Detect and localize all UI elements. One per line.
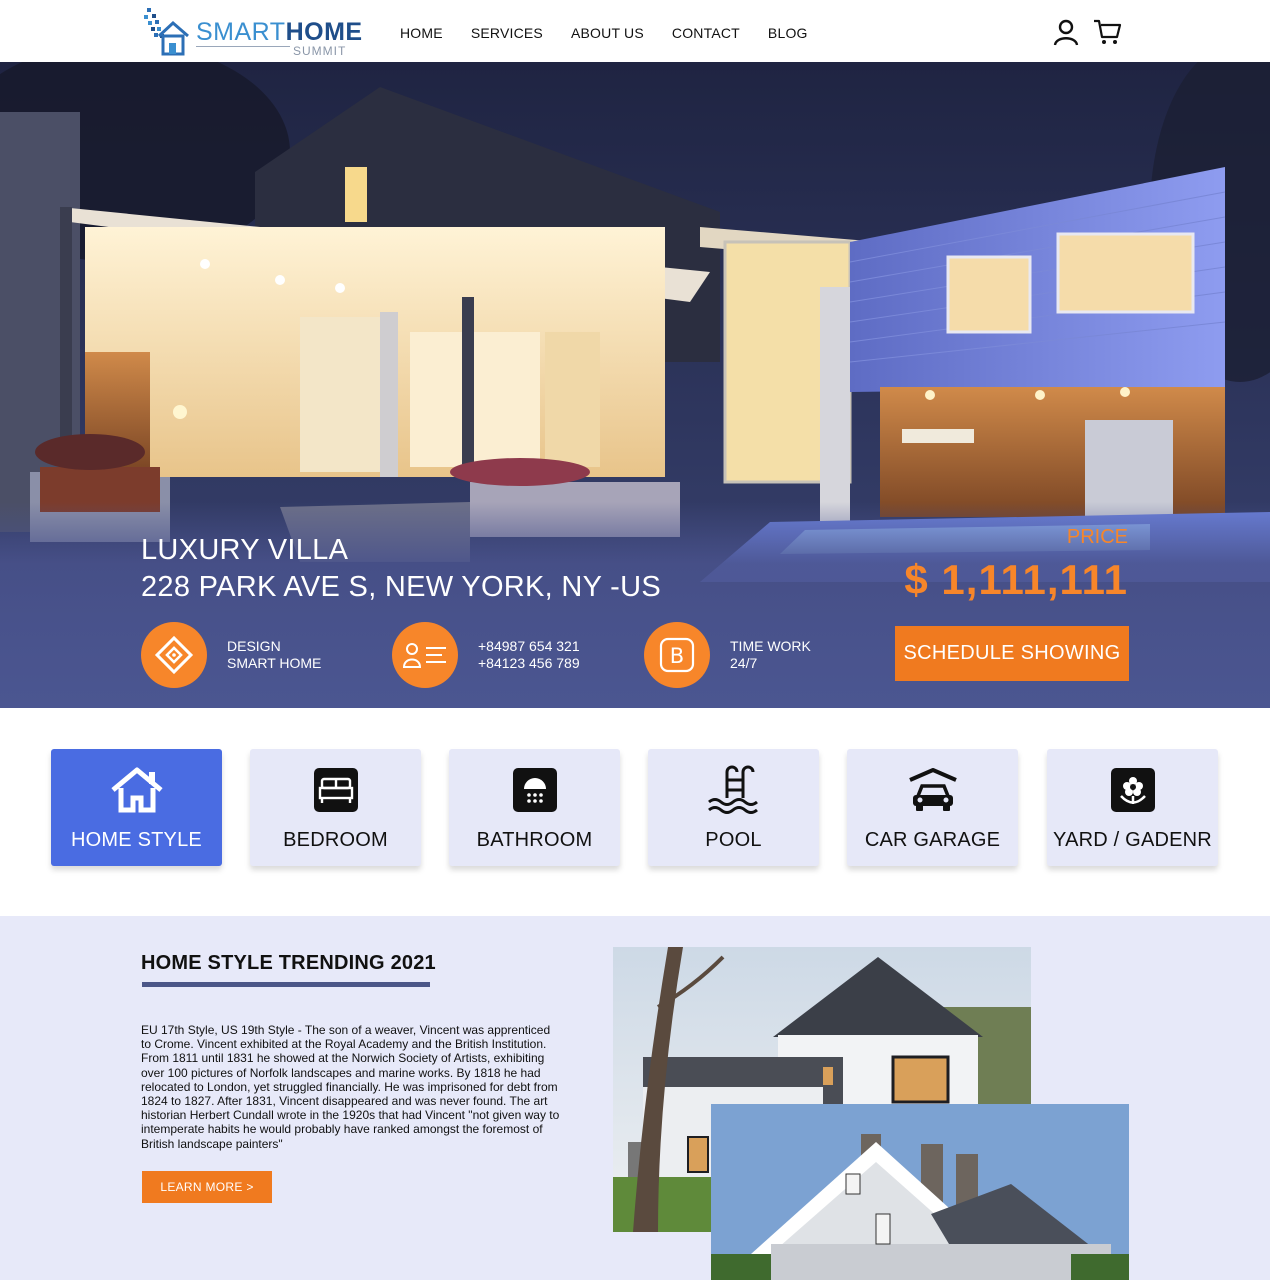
- logo-house-icon: [144, 8, 189, 56]
- house-photo-cottage: [711, 1104, 1129, 1280]
- category-bedroom[interactable]: BEDROOM: [250, 749, 421, 866]
- category-label: YARD / GADENR: [1053, 829, 1212, 851]
- pool-ladder-icon: [707, 765, 758, 814]
- feature-circle: [392, 622, 458, 688]
- price-label: PRICE: [1066, 526, 1128, 548]
- house-icon: [110, 767, 163, 813]
- category-bathroom[interactable]: BATHROOM: [449, 749, 620, 866]
- category-car-garage[interactable]: CAR GARAGE: [847, 749, 1018, 866]
- phone-1[interactable]: +84987 654 321: [478, 638, 580, 655]
- learn-more-button[interactable]: LEARN MORE >: [142, 1171, 272, 1203]
- contact-card-icon: [402, 643, 446, 668]
- user-icon[interactable]: [1052, 18, 1080, 46]
- brand-name-part2: HOME: [285, 18, 363, 46]
- nav-contact[interactable]: CONTACT: [672, 25, 740, 41]
- brand-name: SMARTHOME: [196, 18, 363, 47]
- shower-icon: [512, 768, 557, 812]
- category-home-style[interactable]: HOME STYLE: [51, 749, 222, 866]
- bootstrap-b-icon: B: [659, 637, 695, 673]
- feature-text: DESIGN SMART HOME: [227, 638, 321, 672]
- feature-text: TIME WORK 24/7: [730, 638, 811, 672]
- feature-text: +84987 654 321 +84123 456 789: [478, 638, 580, 672]
- site-header: SMARTHOME SUMMIT HOME SERVICES ABOUT US …: [0, 0, 1270, 62]
- schedule-showing-button[interactable]: SCHEDULE SHOWING: [895, 626, 1129, 681]
- hero-title: LUXURY VILLA 228 PARK AVE S, NEW YORK, N…: [141, 532, 661, 606]
- category-label: HOME STYLE: [71, 829, 202, 851]
- feature-line2: 24/7: [730, 655, 758, 671]
- brand-logo[interactable]: SMARTHOME SUMMIT: [143, 6, 362, 58]
- design-diamond-icon: [154, 635, 194, 675]
- category-label: BATHROOM: [476, 829, 593, 851]
- category-label: POOL: [705, 829, 762, 851]
- category-label: CAR GARAGE: [864, 829, 1001, 851]
- feature-circle: B: [644, 622, 710, 688]
- category-label: BEDROOM: [283, 829, 388, 851]
- brand-name-part1: SMART: [196, 18, 286, 46]
- nav-blog[interactable]: BLOG: [768, 25, 808, 41]
- bed-icon: [313, 768, 358, 812]
- hero-address: 228 PARK AVE S, NEW YORK, NY -US: [141, 571, 661, 603]
- section-title: HOME STYLE TRENDING 2021: [141, 952, 436, 974]
- feature-contact: +84987 654 321 +84123 456 789: [392, 622, 580, 688]
- feature-line1: TIME WORK: [730, 638, 811, 654]
- brand-subtitle: SUMMIT: [293, 44, 347, 58]
- phone-2[interactable]: +84123 456 789: [478, 655, 580, 672]
- feature-time-work: B TIME WORK 24/7: [644, 622, 811, 688]
- category-strip: HOME STYLE BEDROOM BATHROOM POOL CAR GAR…: [0, 708, 1270, 916]
- feature-line2: SMART HOME: [227, 655, 322, 671]
- hero-banner: LUXURY VILLA 228 PARK AVE S, NEW YORK, N…: [0, 62, 1270, 708]
- hero-title-line1: LUXURY VILLA: [141, 534, 349, 566]
- brand-divider: [196, 46, 290, 47]
- feature-circle: [141, 622, 207, 688]
- nav-home[interactable]: HOME: [400, 25, 443, 41]
- category-yard-garden[interactable]: YARD / GADENR: [1047, 749, 1218, 866]
- price-value: $ 1,111,111: [904, 556, 1128, 603]
- svg-text:B: B: [670, 644, 684, 668]
- flower-icon: [1110, 768, 1155, 812]
- car-garage-icon: [908, 768, 957, 811]
- main-nav: HOME SERVICES ABOUT US CONTACT BLOG: [400, 25, 836, 41]
- nav-services[interactable]: SERVICES: [471, 25, 543, 41]
- feature-line1: DESIGN: [227, 638, 281, 654]
- title-underline: [142, 982, 430, 987]
- trending-section: HOME STYLE TRENDING 2021 EU 17th Style, …: [0, 916, 1270, 1280]
- nav-about-us[interactable]: ABOUT US: [571, 25, 644, 41]
- cart-icon[interactable]: [1092, 18, 1122, 46]
- section-body: EU 17th Style, US 19th Style - The son o…: [141, 1023, 560, 1151]
- feature-design: DESIGN SMART HOME: [141, 622, 321, 688]
- category-pool[interactable]: POOL: [648, 749, 819, 866]
